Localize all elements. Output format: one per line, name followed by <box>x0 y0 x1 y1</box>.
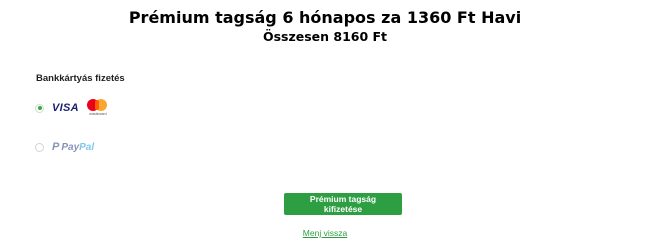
card-radio[interactable] <box>35 103 44 113</box>
go-back-link[interactable]: Menj vissza <box>0 228 650 238</box>
paypal-radio[interactable] <box>35 142 44 152</box>
paypal-logo: P PayPal <box>52 141 95 153</box>
payment-option-card[interactable]: VISA mastercard <box>35 98 111 118</box>
paypal-icon: P <box>52 141 60 153</box>
header: Prémium tagság 6 hónapos za 1360 Ft Havi… <box>0 8 650 45</box>
mastercard-logo: mastercard <box>85 98 111 118</box>
pay-premium-button[interactable]: Prémium tagság kifizetése <box>284 193 402 215</box>
payment-option-paypal[interactable]: P PayPal <box>35 137 94 157</box>
visa-logo: VISA <box>52 102 79 114</box>
total-price: Összesen 8160 Ft <box>262 29 388 44</box>
page-title: Prémium tagság 6 hónapos za 1360 Ft Havi <box>128 8 522 27</box>
payment-section-label: Bankkártyás fizetés <box>36 73 125 84</box>
